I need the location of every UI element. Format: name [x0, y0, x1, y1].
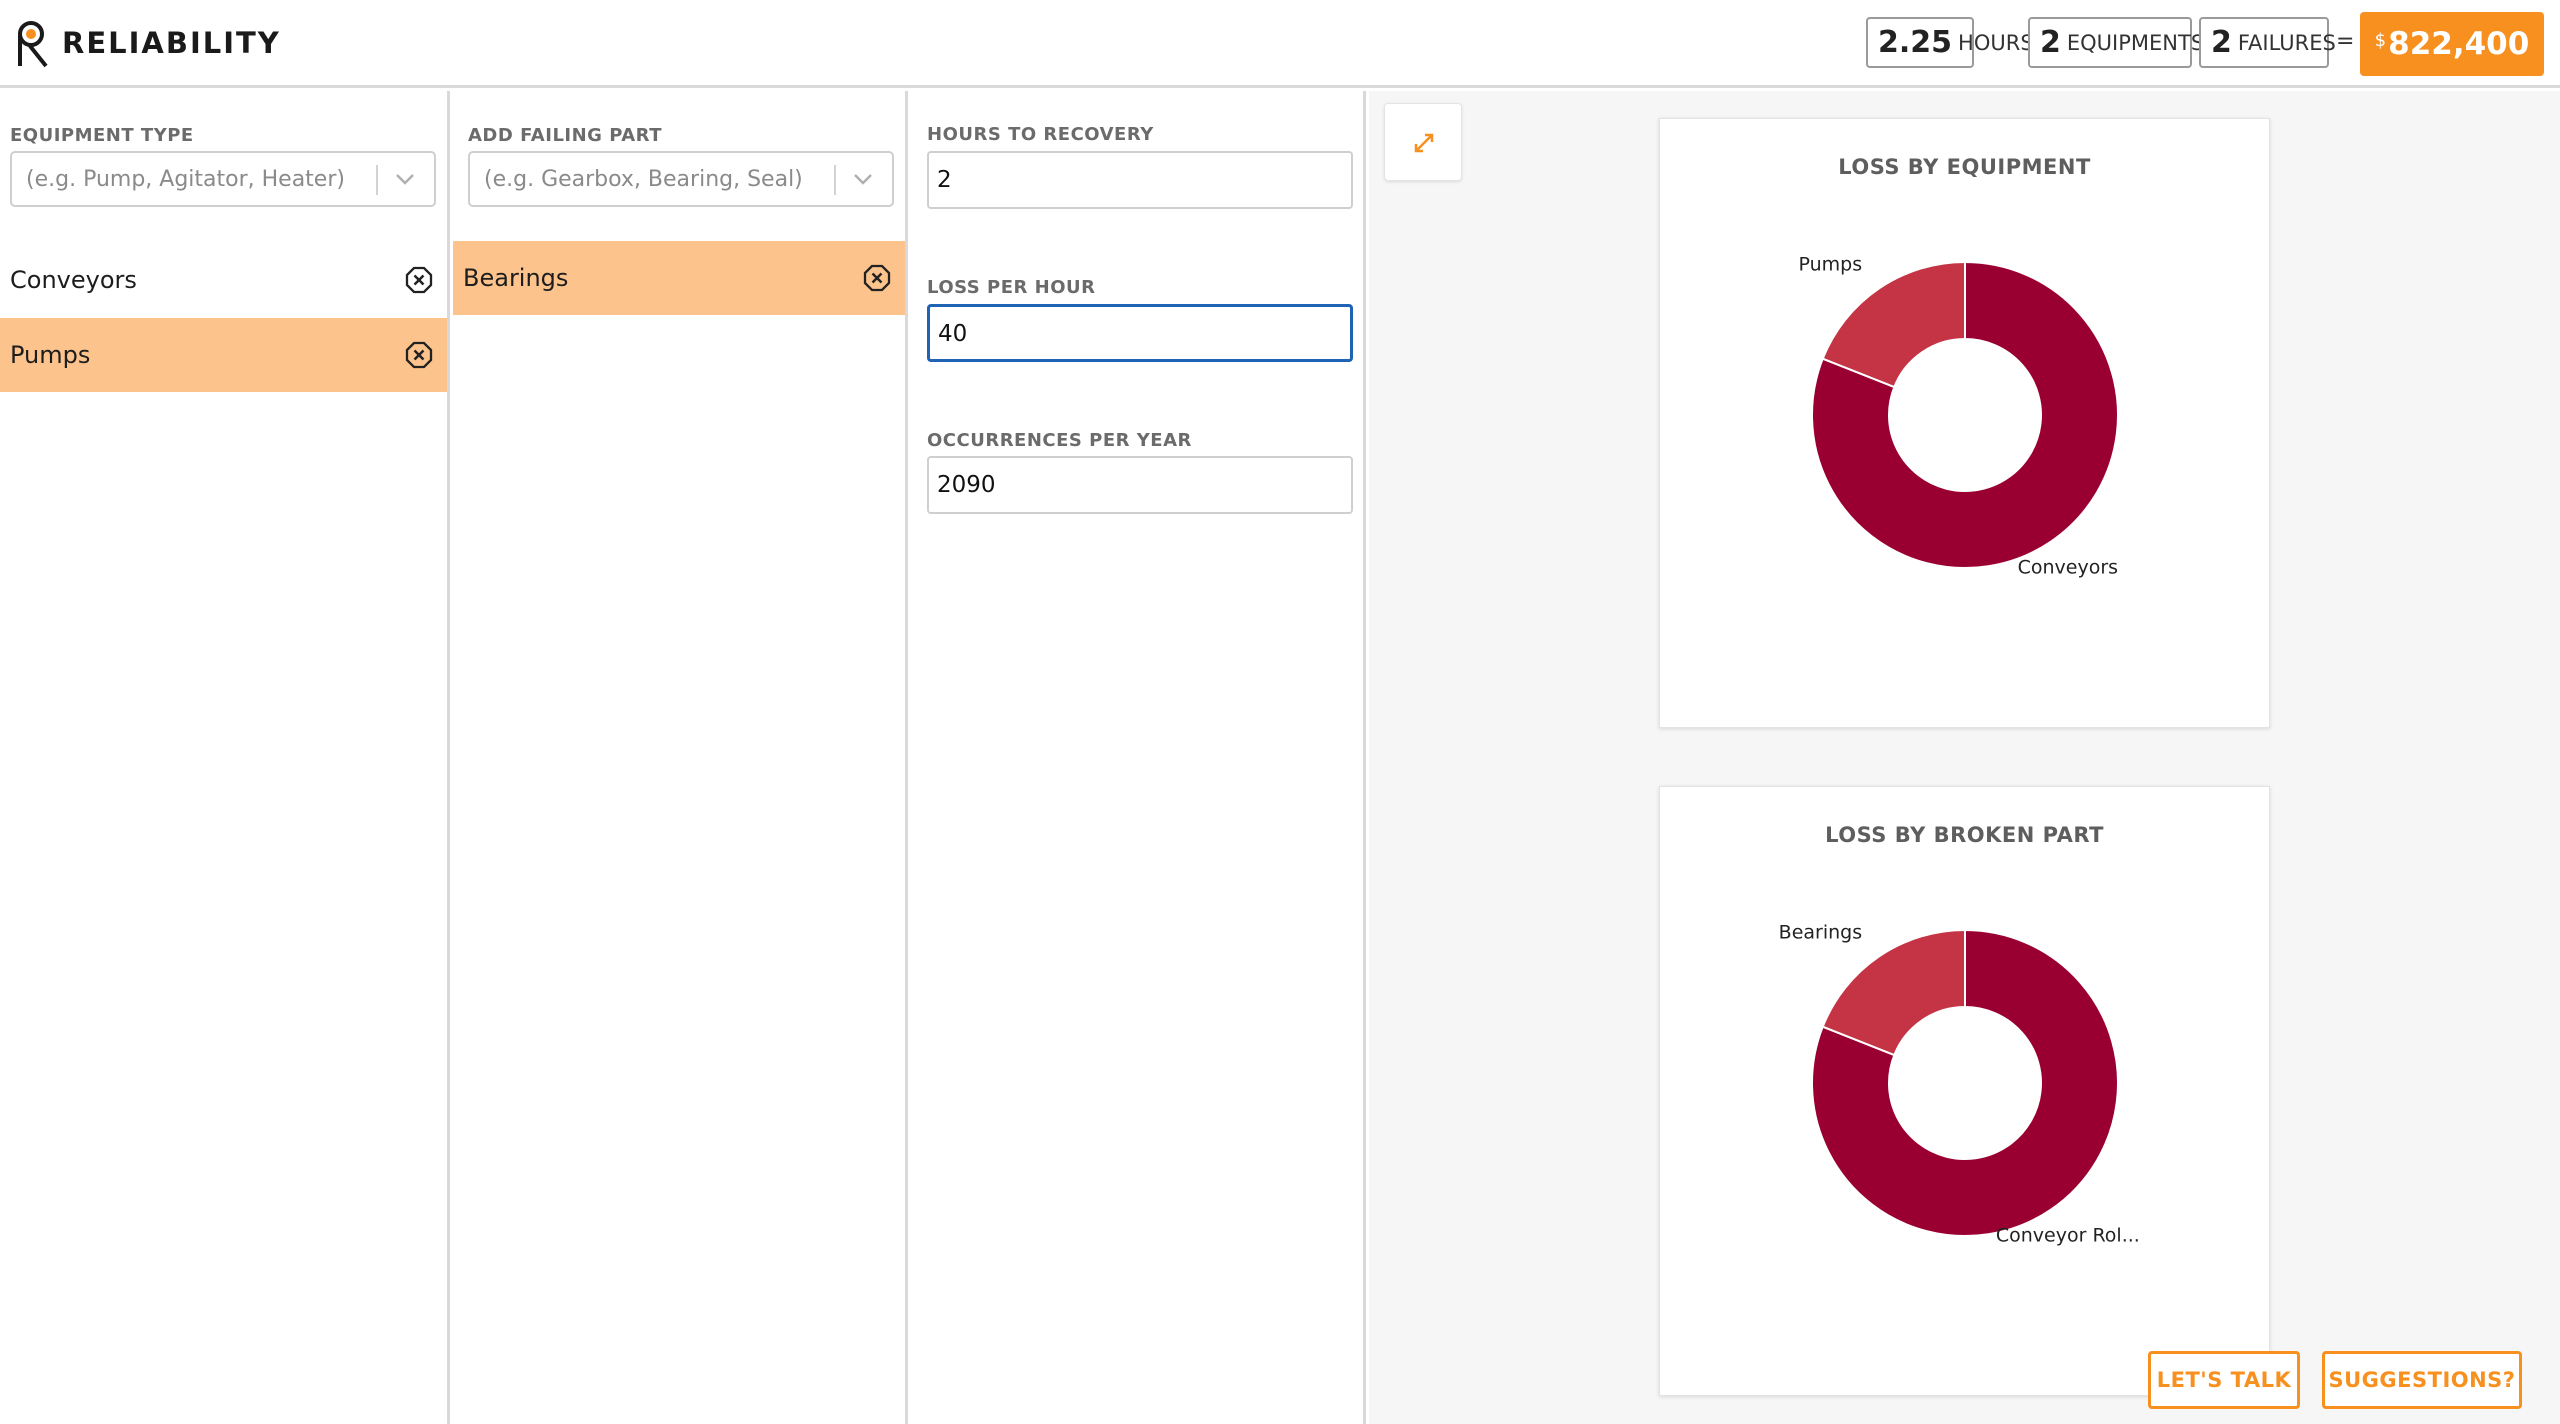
chevron-down-icon[interactable] — [852, 167, 874, 189]
app-header: RELIABILITY 2.25 HOURS 2 EQUIPMENTS 2 FA… — [0, 0, 2560, 88]
pie-label: Bearings — [1779, 922, 1862, 944]
total-loss-value: 822,400 — [2388, 26, 2530, 62]
failing-part-placeholder: (e.g. Gearbox, Bearing, Seal) — [484, 167, 803, 192]
hours-unit: HOURS — [1958, 30, 2034, 55]
failures-value: 2 — [2211, 25, 2232, 60]
equipment-column: EQUIPMENT TYPE (e.g. Pump, Agitator, Hea… — [0, 91, 450, 1424]
hours-value: 2.25 — [1878, 25, 1953, 60]
select-separator — [376, 165, 378, 195]
add-failing-part-label: ADD FAILING PART — [468, 125, 663, 146]
equipment-type-placeholder: (e.g. Pump, Agitator, Heater) — [26, 167, 345, 192]
part-item-bearings[interactable]: Bearings — [453, 241, 905, 315]
hours-to-recovery-label: HOURS TO RECOVERY — [927, 124, 1154, 145]
pie-label: Conveyor Rol... — [1996, 1224, 2140, 1246]
reliability-logo-icon — [18, 21, 48, 68]
details-column: HOURS TO RECOVERY 2 LOSS PER HOUR 40 OCC… — [911, 91, 1366, 1424]
occurrences-per-year-input[interactable]: 2090 — [927, 456, 1353, 514]
loss-by-broken-part-chart: Conveyor Rol... Bearings — [1779, 922, 2140, 1247]
failures-unit: FAILURES — [2237, 30, 2336, 55]
lets-talk-button[interactable]: LET'S TALK — [2148, 1351, 2300, 1409]
hours-to-recovery-input[interactable]: 2 — [927, 151, 1353, 209]
equipments-value: 2 — [2040, 25, 2061, 60]
select-separator — [834, 165, 836, 195]
equipment-item-label: Pumps — [10, 341, 91, 369]
remove-icon[interactable] — [863, 264, 891, 292]
loss-by-equipment-chart: Conveyors Pumps — [1798, 254, 2119, 578]
brand-name: RELIABILITY — [62, 26, 281, 60]
equals-sign: = — [2336, 29, 2355, 54]
part-item-label: Bearings — [463, 264, 569, 292]
total-loss-badge: $ 822,400 — [2360, 12, 2544, 76]
equipment-item-label: Conveyors — [10, 266, 137, 294]
chevron-down-icon[interactable] — [394, 167, 416, 189]
suggestions-button[interactable]: SUGGESTIONS? — [2322, 1351, 2522, 1409]
loss-per-hour-input[interactable]: 40 — [927, 304, 1353, 362]
equipment-type-select[interactable]: (e.g. Pump, Agitator, Heater) — [10, 151, 436, 207]
equipment-type-label: EQUIPMENT TYPE — [10, 125, 194, 146]
remove-icon[interactable] — [405, 266, 433, 294]
pie-label: Pumps — [1798, 254, 1862, 276]
occurrences-per-year-label: OCCURRENCES PER YEAR — [927, 430, 1192, 451]
failing-part-select[interactable]: (e.g. Gearbox, Bearing, Seal) — [468, 151, 894, 207]
hours-stat: 2.25 HOURS — [1866, 17, 2034, 68]
equipment-item-conveyors[interactable]: Conveyors — [0, 243, 447, 317]
loss-by-equipment-card: LOSS BY EQUIPMENT Conveyors Pumps — [1659, 118, 2270, 728]
equipments-stat: 2 EQUIPMENTS — [2028, 17, 2204, 68]
equipments-unit: EQUIPMENTS — [2066, 30, 2205, 55]
failing-part-column: ADD FAILING PART (e.g. Gearbox, Bearing,… — [453, 91, 908, 1424]
loss-by-broken-part-card: LOSS BY BROKEN PART Conveyor Rol... Beari… — [1659, 786, 2270, 1396]
loss-per-hour-label: LOSS PER HOUR — [927, 277, 1096, 298]
failures-stat: 2 FAILURES — [2199, 17, 2336, 68]
remove-icon[interactable] — [405, 341, 433, 369]
pie-label: Conveyors — [2018, 556, 2118, 578]
charts-panel: LOSS BY EQUIPMENT Conveyors Pumps LOSS BY… — [1369, 91, 2560, 1424]
expand-button[interactable] — [1384, 103, 1462, 181]
expand-icon — [1414, 133, 1434, 153]
equipment-item-pumps[interactable]: Pumps — [0, 318, 447, 392]
currency-symbol: $ — [2374, 29, 2387, 51]
